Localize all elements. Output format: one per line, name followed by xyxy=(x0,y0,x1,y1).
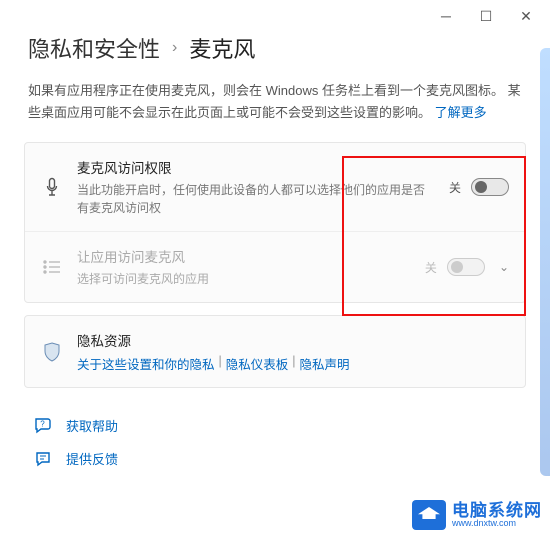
chevron-right-icon: › xyxy=(172,39,177,57)
setting-subtitle: 选择可访问麦克风的应用 xyxy=(77,270,411,288)
microphone-icon xyxy=(41,177,63,197)
privacy-dashboard-link[interactable]: 隐私仪表板 xyxy=(226,354,289,373)
page-footer: ? 获取帮助 提供反馈 xyxy=(0,400,550,498)
app-access-toggle xyxy=(447,258,485,276)
feedback-icon xyxy=(32,450,54,468)
privacy-resources-row: 隐私资源 关于这些设置和你的隐私 | 隐私仪表板 | 隐私声明 xyxy=(25,316,525,387)
separator: | xyxy=(292,354,295,373)
toggle-state-label: 关 xyxy=(449,179,461,196)
chevron-down-icon[interactable]: ⌄ xyxy=(499,260,509,274)
desktop-edge-decoration xyxy=(540,48,550,476)
mic-access-row: 麦克风访问权限 当此功能开启时，任何使用此设备的人都可以选择他们的应用是否有麦克… xyxy=(25,143,525,231)
setting-title: 让应用访问麦克风 xyxy=(77,246,411,266)
list-icon xyxy=(41,260,63,274)
privacy-statement-link[interactable]: 隐私声明 xyxy=(300,354,350,373)
about-settings-link[interactable]: 关于这些设置和你的隐私 xyxy=(77,354,215,373)
watermark-url: www.dnxtw.com xyxy=(452,519,542,528)
watermark-logo-icon xyxy=(412,500,446,530)
svg-text:?: ? xyxy=(40,419,45,428)
breadcrumb-section[interactable]: 隐私和安全性 xyxy=(28,32,160,64)
breadcrumb-current: 麦克风 xyxy=(189,32,255,64)
close-button[interactable]: ✕ xyxy=(506,2,546,30)
get-help-link[interactable]: 获取帮助 xyxy=(66,416,118,435)
watermark: 电脑系统网 www.dnxtw.com xyxy=(412,500,542,530)
app-access-row[interactable]: 让应用访问麦克风 选择可访问麦克风的应用 关 ⌄ xyxy=(25,231,525,302)
watermark-title: 电脑系统网 xyxy=(452,502,542,519)
privacy-resources-card: 隐私资源 关于这些设置和你的隐私 | 隐私仪表板 | 隐私声明 xyxy=(24,315,526,388)
minimize-button[interactable]: ─ xyxy=(426,2,466,30)
help-icon: ? xyxy=(32,417,54,435)
setting-title: 麦克风访问权限 xyxy=(77,157,435,177)
feedback-link[interactable]: 提供反馈 xyxy=(66,449,118,468)
setting-subtitle: 当此功能开启时，任何使用此设备的人都可以选择他们的应用是否有麦克风访问权 xyxy=(77,181,435,217)
shield-icon xyxy=(41,342,63,362)
window-titlebar: ─ ☐ ✕ xyxy=(0,0,550,32)
maximize-button[interactable]: ☐ xyxy=(466,2,506,30)
mic-access-toggle[interactable] xyxy=(471,178,509,196)
setting-title: 隐私资源 xyxy=(77,330,509,350)
breadcrumb: 隐私和安全性 › 麦克风 xyxy=(0,32,550,70)
separator: | xyxy=(219,354,222,373)
settings-card: 麦克风访问权限 当此功能开启时，任何使用此设备的人都可以选择他们的应用是否有麦克… xyxy=(24,142,526,303)
page-description: 如果有应用程序正在使用麦克风，则会在 Windows 任务栏上看到一个麦克风图标… xyxy=(0,70,550,142)
toggle-state-label: 关 xyxy=(425,259,437,276)
learn-more-link[interactable]: 了解更多 xyxy=(435,105,487,120)
